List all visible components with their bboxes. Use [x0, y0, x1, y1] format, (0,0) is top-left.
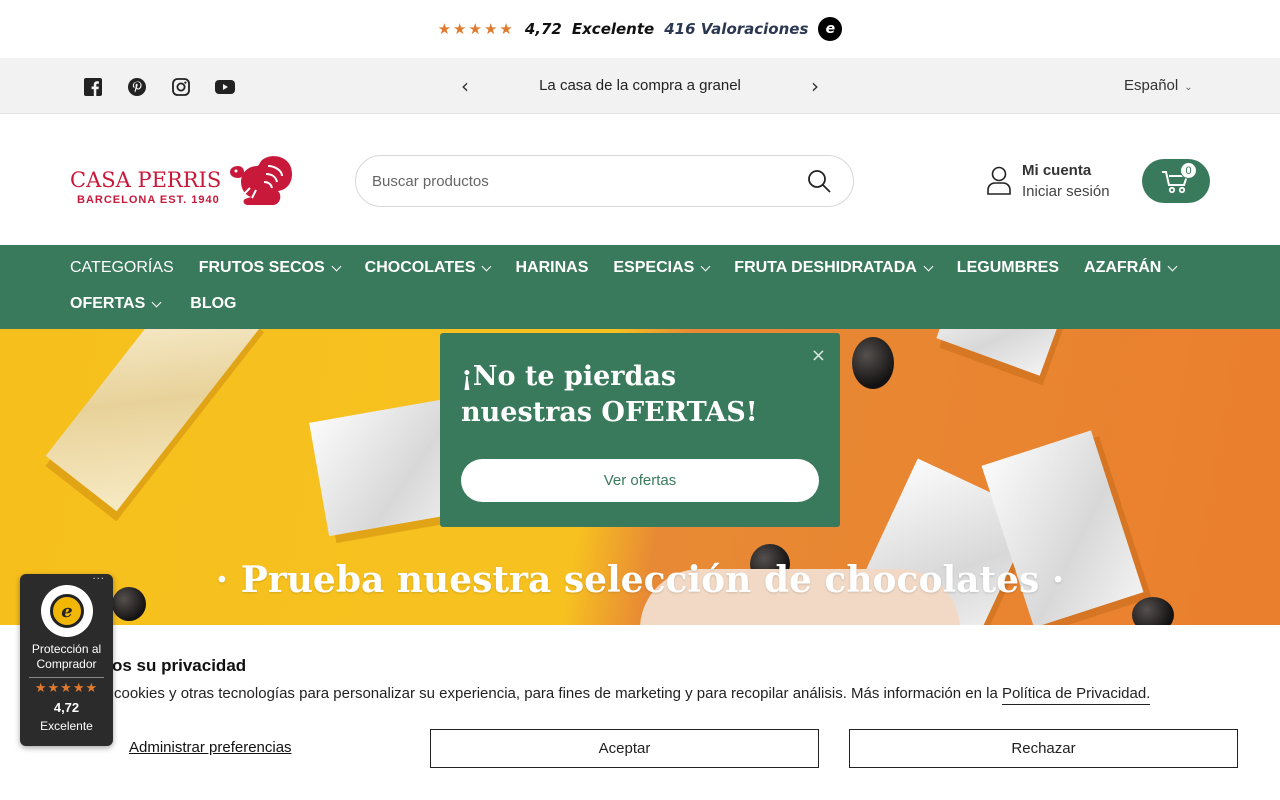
trusted-shops-seal-icon: e	[41, 585, 93, 637]
popup-title: ¡No te pierdas nuestras OFERTAS!	[461, 361, 758, 428]
chevron-down-icon	[1167, 261, 1178, 271]
chocolate-bar-image	[45, 329, 265, 512]
nav-row-2: OFERTAS BLOG	[70, 295, 236, 313]
nav-row-1: CATEGORÍAS FRUTOS SECOS CHOCOLATES HARINAS E…	[70, 259, 1178, 277]
squirrel-logo-icon	[230, 156, 292, 205]
nav-item-legumbres[interactable]: LEGUMBRES	[957, 259, 1059, 277]
cookie-title: os su privacidad	[112, 656, 247, 675]
account-link[interactable]: Mi cuenta Iniciar sesión	[986, 162, 1126, 202]
language-label: Español	[1124, 77, 1179, 94]
nav-item-harinas[interactable]: HARINAS	[515, 259, 588, 277]
promo-popup: × ¡No te pierdas nuestras OFERTAS! Ver o…	[440, 333, 840, 527]
trusted-shops-icon[interactable]: e	[818, 17, 843, 41]
search-icon[interactable]	[807, 169, 831, 193]
chevron-down-icon	[151, 297, 162, 307]
chocolate-bar-image	[936, 329, 1064, 376]
badge-menu-icon[interactable]: ···	[92, 574, 105, 585]
nav-item-label: AZAFRÁN	[1084, 259, 1162, 276]
divider	[29, 677, 104, 678]
nav-item-chocolates[interactable]: CHOCOLATES	[364, 259, 492, 277]
facebook-icon[interactable]	[82, 76, 104, 98]
nav-item-azafrán[interactable]: AZAFRÁN	[1084, 259, 1178, 277]
logo[interactable]: CASA PERRIS BARCELONA EST. 1940	[70, 154, 300, 210]
cookie-body: cookies y otras tecnologías para persona…	[114, 685, 1002, 702]
nav-item-blog[interactable]: BLOG	[190, 295, 236, 313]
rating-stars: ★★★★★	[437, 20, 515, 38]
logo-brand: CASA PERRIS	[70, 168, 222, 192]
main-navigation: CATEGORÍAS FRUTOS SECOS CHOCOLATES HARINAS E…	[0, 245, 1280, 329]
nav-item-frutos-secos[interactable]: FRUTOS SECOS	[198, 259, 342, 277]
coffee-bean-image	[1132, 597, 1174, 625]
announcement-message: La casa de la compra a granel	[539, 77, 741, 94]
announcement-next-button[interactable]: ›	[805, 74, 825, 98]
manage-preferences-link[interactable]: Administrar preferencias	[129, 739, 292, 756]
nav-item-especias[interactable]: ESPECIAS	[613, 259, 711, 277]
nav-item-fruta-deshidratada[interactable]: FRUTA DESHIDRATADA	[734, 259, 934, 277]
announcement-bar: ‹ La casa de la compra a granel › Españo…	[0, 58, 1280, 114]
accept-button[interactable]: Aceptar	[430, 729, 819, 768]
youtube-icon[interactable]	[214, 76, 236, 98]
reject-button[interactable]: Rechazar	[849, 729, 1238, 768]
announcement-prev-button[interactable]: ‹	[455, 74, 475, 98]
cookie-banner: os su privacidad cookies y otras tecnolo…	[0, 625, 1280, 800]
site-header: CASA PERRIS BARCELONA EST. 1940 Mi cuent…	[0, 114, 1280, 245]
view-offers-button[interactable]: Ver ofertas	[461, 459, 819, 502]
chevron-down-icon	[700, 261, 711, 271]
buyer-protection-text: Protección al Comprador	[31, 642, 102, 671]
seal-letter: e	[50, 594, 84, 628]
close-icon[interactable]: ×	[811, 345, 826, 366]
nav-item-label: CATEGORÍAS	[70, 259, 174, 276]
pinterest-icon[interactable]	[126, 76, 148, 98]
user-icon	[987, 166, 1011, 195]
nav-item-label: CHOCOLATES	[364, 259, 476, 276]
nav-item-label: OFERTAS	[70, 295, 146, 312]
nav-item-ofertas[interactable]: OFERTAS	[70, 295, 162, 313]
nav-item-label: FRUTOS SECOS	[198, 259, 325, 276]
nav-item-label: ESPECIAS	[613, 259, 695, 276]
chevron-down-icon	[923, 261, 934, 271]
hero-title: · Prueba nuestra selección de chocolates…	[215, 559, 1065, 601]
cart-button[interactable]: 0	[1142, 159, 1210, 203]
nav-item-label: HARINAS	[515, 259, 589, 276]
badge-label: Excelente	[40, 719, 93, 733]
badge-score: 4,72	[53, 700, 80, 715]
search-bar	[355, 155, 854, 207]
nav-item-label: BLOG	[190, 295, 237, 312]
rating-reviews[interactable]: 416 Valoraciones	[664, 20, 808, 38]
instagram-icon[interactable]	[170, 76, 192, 98]
coffee-bean-image	[852, 337, 894, 389]
social-links	[82, 76, 236, 98]
rating-bar: ★★★★★ 4,72 Excelente 416 Valoraciones e	[0, 0, 1280, 58]
language-selector[interactable]: Español ⌄	[1124, 77, 1193, 94]
trusted-shops-badge[interactable]: ··· e Protección al Comprador ★★★★★ 4,72…	[20, 574, 113, 746]
badge-stars: ★★★★★	[34, 681, 99, 696]
cookie-text: cookies y otras tecnologías para persona…	[114, 685, 1151, 705]
login-link[interactable]: Iniciar sesión	[1022, 183, 1110, 200]
nav-item-label: FRUTA DESHIDRATADA	[734, 259, 917, 276]
rating-score: 4,72	[524, 20, 562, 38]
logo-subtitle: BARCELONA EST. 1940	[77, 194, 220, 206]
privacy-policy-link[interactable]: Política de Privacidad.	[1001, 685, 1151, 705]
search-input[interactable]	[372, 172, 792, 190]
rating-label: Excelente	[571, 20, 655, 38]
chevron-down-icon	[482, 261, 492, 271]
chevron-down-icon: ⌄	[1184, 82, 1193, 93]
nav-item-categorías[interactable]: CATEGORÍAS	[70, 259, 174, 277]
cart-count-badge: 0	[1180, 162, 1197, 179]
account-title: Mi cuenta	[1022, 162, 1092, 179]
nav-item-label: LEGUMBRES	[956, 259, 1060, 276]
chevron-down-icon	[331, 261, 342, 271]
